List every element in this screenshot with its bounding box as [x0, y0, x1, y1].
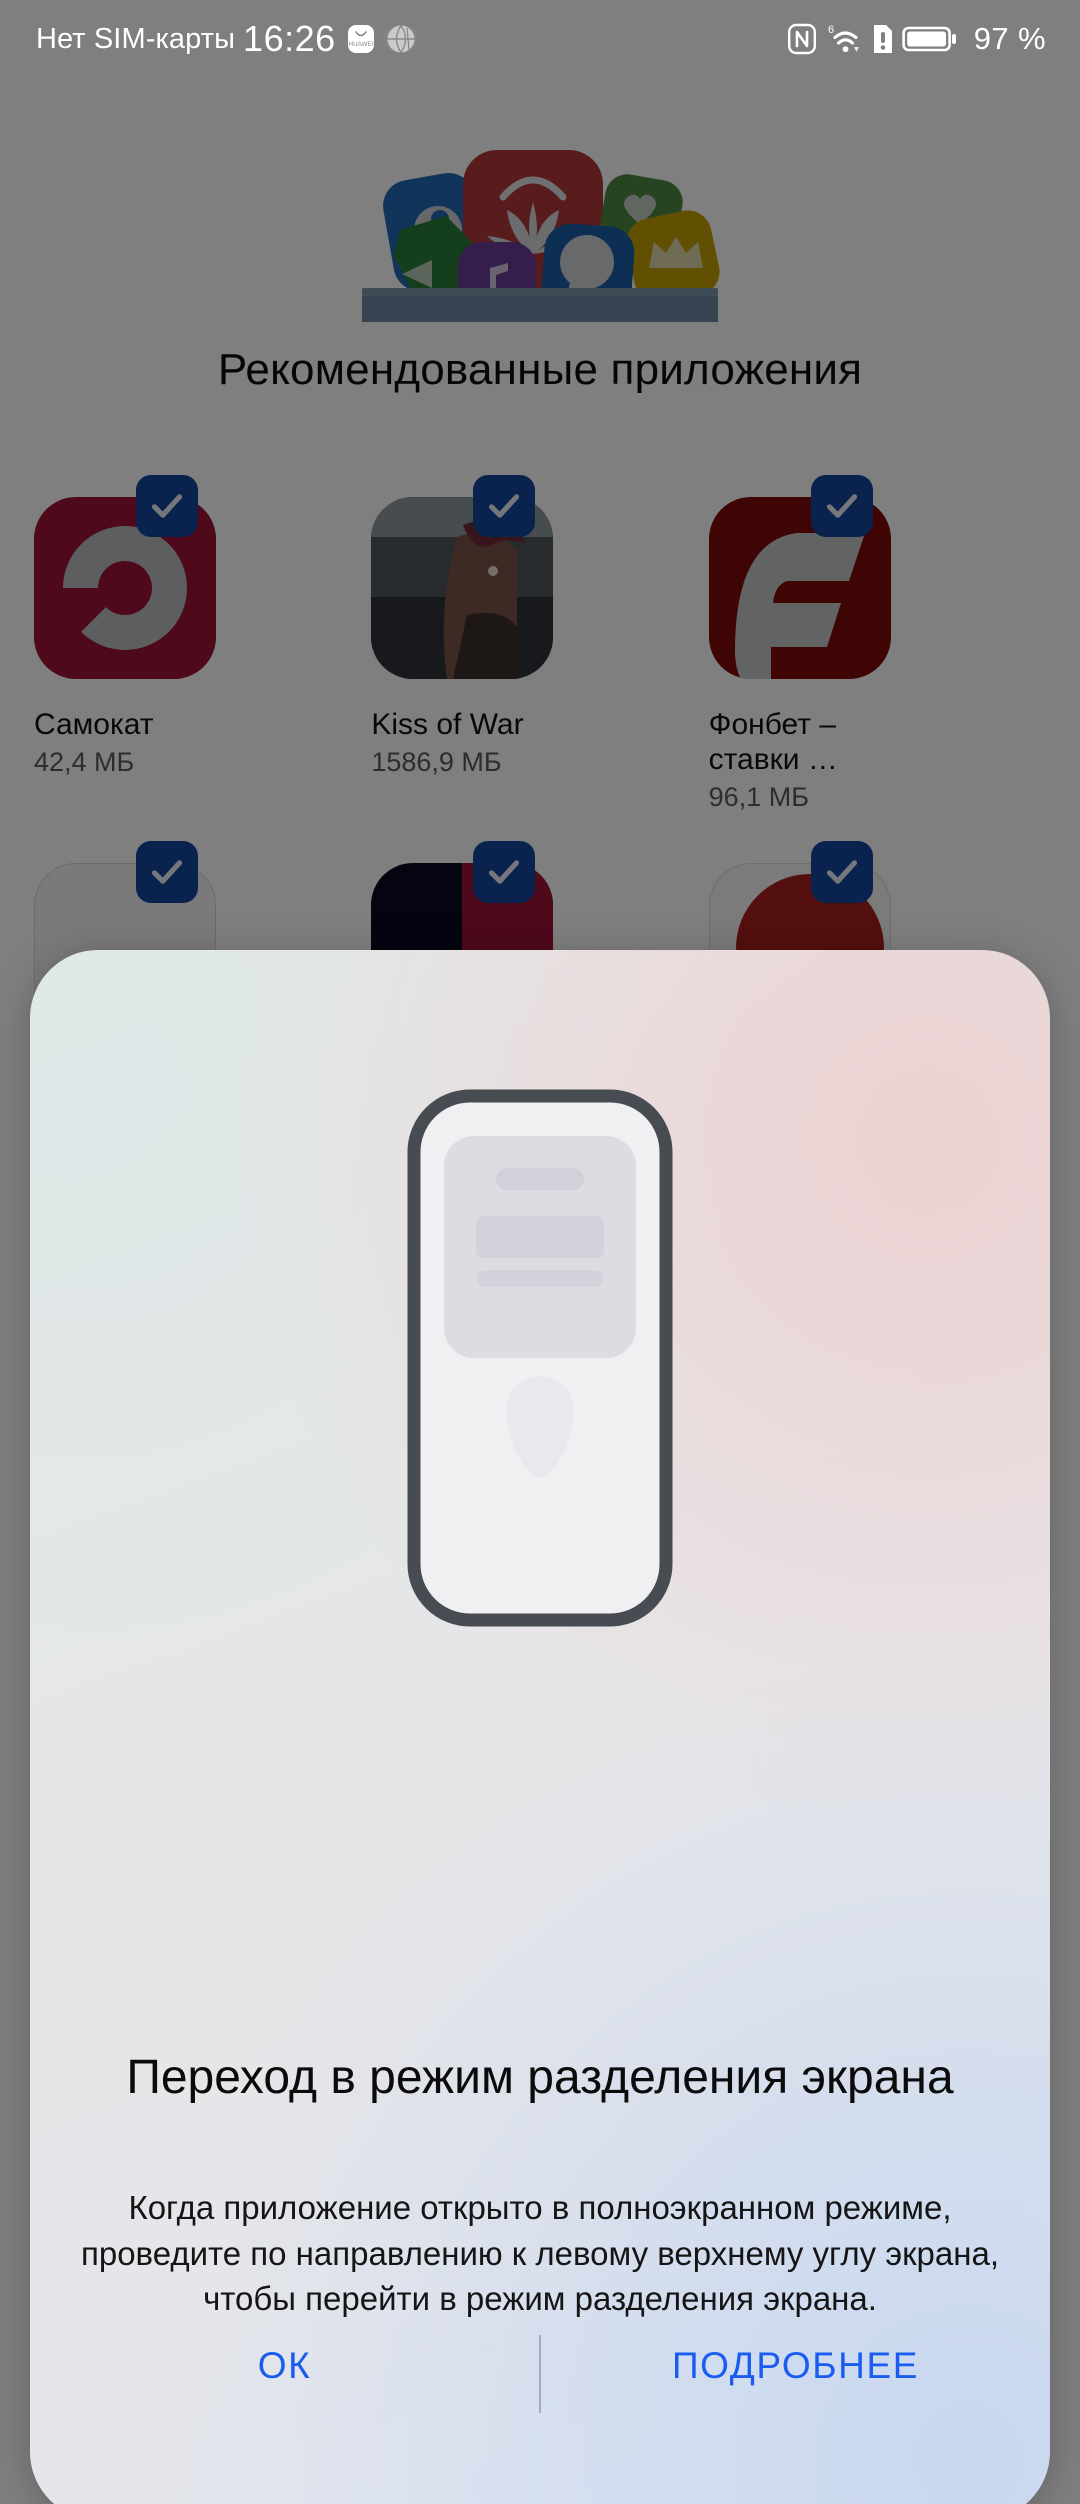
- status-bar-left: Нет SIM-карты 16:26 HUAWEI: [36, 21, 425, 57]
- sim-alert-icon: [873, 25, 892, 53]
- phone-split-screen-illustration: [407, 1089, 673, 1627]
- status-bar-right: 6 97 %: [787, 21, 1046, 57]
- split-screen-info-dialog: Переход в режим разделения экрана Когда …: [30, 950, 1050, 2504]
- dialog-title: Переход в режим разделения экрана: [126, 2051, 954, 2104]
- battery-icon: [902, 26, 956, 52]
- battery-percent-label: 97 %: [973, 21, 1046, 56]
- huawei-appgallery-icon: HUAWEI: [347, 25, 374, 53]
- browser-globe-icon: [384, 25, 417, 53]
- svg-text:HUAWEI: HUAWEI: [348, 41, 374, 48]
- clock-label: 16:26: [243, 18, 336, 59]
- dialog-actions: ОК ПОДРОБНЕЕ: [30, 2305, 1050, 2504]
- ok-button[interactable]: ОК: [30, 2331, 539, 2401]
- wifi-6-icon: 6: [828, 24, 859, 53]
- learn-more-button[interactable]: ПОДРОБНЕЕ: [541, 2331, 1050, 2401]
- carrier-label: Нет SIM-карты: [36, 22, 236, 55]
- status-bar: Нет SIM-карты 16:26 HUAWEI 6 97 %: [0, 0, 1080, 78]
- nfc-icon: [787, 23, 816, 55]
- dialog-body-text: Когда приложение открыто в полноэкранном…: [80, 2189, 1000, 2318]
- svg-text:6: 6: [828, 24, 834, 36]
- dialog-illustration: [30, 1078, 1050, 1638]
